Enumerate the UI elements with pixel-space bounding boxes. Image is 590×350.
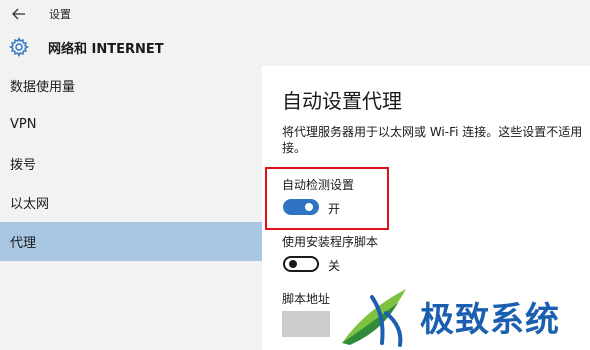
- leaf-logo-icon: [342, 289, 406, 347]
- sidebar-item-proxy[interactable]: 代理: [0, 222, 262, 261]
- auto-detect-toggle[interactable]: [283, 199, 319, 215]
- back-arrow-icon: [12, 8, 25, 20]
- section-title: 自动设置代理: [282, 89, 402, 113]
- sidebar-item-label: VPN: [10, 117, 37, 132]
- sidebar-item-label: 拨号: [10, 158, 37, 173]
- sidebar-item-vpn[interactable]: VPN: [0, 105, 262, 144]
- back-button[interactable]: [8, 4, 30, 24]
- sidebar-item-ethernet[interactable]: 以太网: [0, 183, 262, 222]
- page-title: 网络和 INTERNET: [48, 42, 164, 57]
- toggle-knob: [289, 260, 297, 268]
- watermark: 极致系统: [336, 283, 590, 350]
- setup-script-toggle[interactable]: [283, 256, 319, 272]
- setup-script-label: 使用安装程序脚本: [282, 235, 379, 249]
- auto-detect-state: 开: [328, 202, 341, 216]
- page-header: 网络和 INTERNET: [0, 28, 590, 66]
- sidebar-item-label: 以太网: [10, 197, 50, 212]
- watermark-text: 极致系统: [420, 300, 560, 340]
- setup-script-state: 关: [328, 259, 341, 273]
- description-line: 将代理服务器用于以太网或 Wi-Fi 连接。这些设置不适用: [282, 125, 583, 139]
- gear-icon: [9, 37, 29, 57]
- script-address-input[interactable]: [282, 311, 330, 337]
- sidebar-item-data-usage[interactable]: 数据使用量: [0, 66, 262, 105]
- title-bar: 设置: [0, 0, 590, 28]
- description-line: 接。: [282, 141, 307, 155]
- sidebar-item-label: 代理: [10, 236, 37, 251]
- sidebar: 数据使用量 VPN 拨号 以太网 代理: [0, 66, 262, 350]
- sidebar-item-label: 数据使用量: [10, 80, 76, 95]
- window-title: 设置: [49, 8, 71, 21]
- sidebar-item-dial-up[interactable]: 拨号: [0, 144, 262, 183]
- auto-detect-label: 自动检测设置: [282, 178, 355, 192]
- proxy-description: 将代理服务器用于以太网或 Wi-Fi 连接。这些设置不适用 接。: [282, 124, 588, 156]
- script-address-label: 脚本地址: [282, 292, 331, 306]
- toggle-knob: [305, 203, 313, 211]
